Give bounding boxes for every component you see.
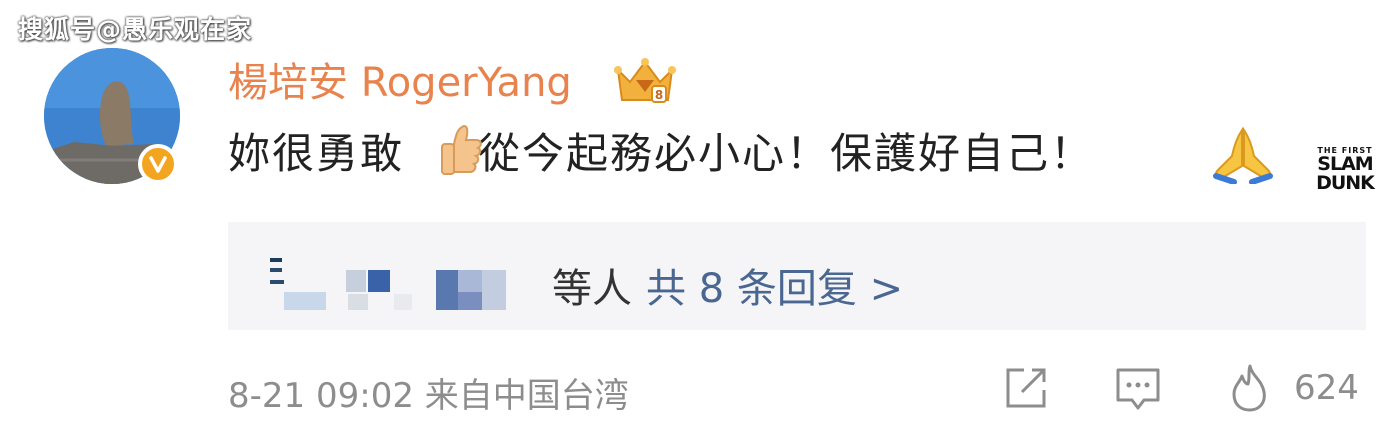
watermark-text: 搜狐号@愚乐观在家	[18, 15, 253, 44]
comment-part1: 妳很勇敢	[228, 129, 405, 178]
comment-meta: 8-21 09:02 来自中国台湾	[228, 368, 629, 417]
reply-count-link[interactable]: 共 8 条回复 >	[646, 266, 903, 312]
svg-text:8: 8	[655, 88, 663, 102]
verified-badge-icon	[138, 144, 178, 184]
comment-text: 妳很勇敢 從今起務必小心！保護好自己！	[228, 120, 1094, 181]
reply-names-suffix: 等人	[552, 266, 632, 312]
avatar[interactable]	[44, 48, 184, 188]
reply-summary[interactable]: 等人共 8 条回复 >	[552, 256, 903, 314]
comment-part2: 從今起務必小心！保護好自己！	[478, 129, 1095, 178]
comment-source: 来自中国台湾	[424, 376, 629, 416]
blurred-usernames	[270, 258, 506, 310]
sticker-line2: DUNK	[1316, 172, 1375, 194]
comment-time: 8-21 09:02	[228, 376, 414, 416]
thumbs-up-emoji-icon	[441, 124, 482, 175]
folded-hands-emoji-icon	[1213, 126, 1273, 184]
username-link[interactable]: 楊培安 RogerYang	[228, 50, 572, 108]
like-fire-icon[interactable]	[1228, 362, 1272, 412]
like-count: 624	[1294, 368, 1359, 408]
crown-badge-icon: 8	[614, 58, 676, 103]
comment-icon[interactable]	[1114, 366, 1162, 412]
share-icon[interactable]	[1004, 366, 1050, 410]
slam-dunk-sticker: THE FIRST SLAM DUNK	[1310, 146, 1380, 210]
